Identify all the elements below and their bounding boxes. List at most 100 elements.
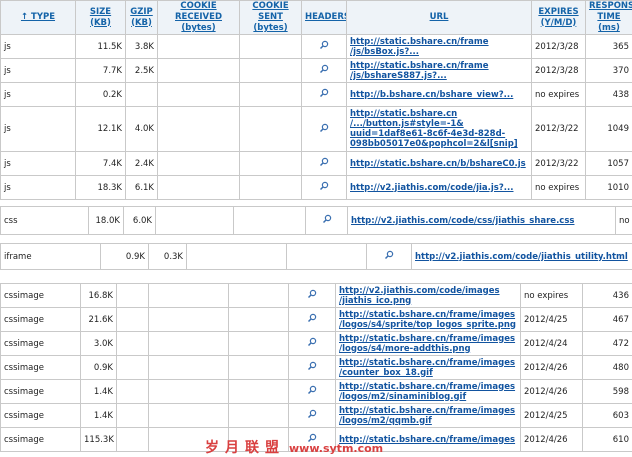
cookie-sent-header[interactable]: COOKIE SENT (bytes): [240, 1, 302, 35]
url-cell: http://static.bshare.cn/frame /js/bshare…: [347, 59, 532, 83]
gzip-cell: [117, 380, 149, 404]
url-link[interactable]: http://v2.jiathis.com/code/jia.js?...: [350, 183, 528, 193]
gzip-cell: 3.8K: [126, 35, 158, 59]
response-time-cell: 370: [586, 59, 632, 83]
headers-cell[interactable]: [289, 380, 336, 404]
cookie-received-cell: [156, 207, 234, 235]
magnifier-icon[interactable]: [307, 289, 317, 299]
cookie-received-cell: [149, 380, 229, 404]
url-link[interactable]: http://v2.jiathis.com/code/jiathis_utili…: [415, 252, 629, 262]
url-cell: http://static.bshare.cn/frame /js/bsBox.…: [347, 35, 532, 59]
magnifier-icon[interactable]: [319, 40, 329, 50]
size-cell: 11.5K: [76, 35, 126, 59]
table-row: cssimage 0.9K http://static.bshare.cn/fr…: [1, 356, 632, 380]
url-cell: http://v2.jiathis.com/code/jiathis_utili…: [412, 244, 632, 270]
expires-cell: 2012/3/28: [532, 59, 586, 83]
size-cell: 12.1K: [76, 107, 126, 152]
type-cell: cssimage: [1, 308, 81, 332]
gzip-cell: [117, 404, 149, 428]
headers-cell[interactable]: [367, 244, 412, 270]
response-time-cell: 436: [583, 284, 632, 308]
table-row: js 0.2K http://b.bshare.cn/bshare_view?.…: [1, 83, 632, 107]
response-time-header[interactable]: RESPONSE TIME (ms): [586, 1, 632, 35]
table-row: js 18.3K 6.1K http://v2.jiathis.com/code…: [1, 176, 632, 200]
type-cell: cssimage: [1, 404, 81, 428]
magnifier-icon[interactable]: [319, 88, 329, 98]
url-link[interactable]: http://static.bshare.cn/b/bshareC0.js: [350, 159, 528, 169]
cookie-received-cell: [149, 332, 229, 356]
cookie-sent-cell: [287, 244, 367, 270]
header-row: ↑ TYPE SIZE (KB) GZIP (KB) COOKIE RECEIV…: [1, 1, 632, 35]
expires-cell: 2012/4/26: [521, 380, 583, 404]
expires-cell: 2012/4/26: [521, 356, 583, 380]
response-time-cell: 365: [586, 35, 632, 59]
table-row: css 18.0K 6.0K http://v2.jiathis.com/cod…: [1, 207, 632, 235]
type-cell: js: [1, 152, 76, 176]
url-link[interactable]: http://v2.jiathis.com/code/css/jiathis_s…: [351, 216, 612, 226]
headers-cell[interactable]: [289, 284, 336, 308]
url-cell: http://static.bshare.cn /.../button.js#s…: [347, 107, 532, 152]
magnifier-icon[interactable]: [307, 337, 317, 347]
url-link[interactable]: http://v2.jiathis.com/code/images /jiath…: [339, 286, 517, 306]
gzip-header[interactable]: GZIP (KB): [126, 1, 158, 35]
url-link[interactable]: http://b.bshare.cn/bshare_view?...: [350, 90, 528, 100]
headers-cell[interactable]: [289, 356, 336, 380]
headers-cell[interactable]: [306, 207, 348, 235]
url-cell: http://static.bshare.cn/b/bshareC0.js: [347, 152, 532, 176]
magnifier-icon[interactable]: [307, 409, 317, 419]
expires-header[interactable]: EXPIRES (Y/M/D): [532, 1, 586, 35]
response-time-cell: 467: [583, 308, 632, 332]
url-link[interactable]: http://static.bshare.cn/frame/images /lo…: [339, 382, 517, 402]
url-header[interactable]: URL: [347, 1, 532, 35]
expires-cell: no expires: [532, 83, 586, 107]
url-cell: http://static.bshare.cn/frame/images /lo…: [336, 332, 521, 356]
magnifier-icon[interactable]: [307, 361, 317, 371]
magnifier-icon[interactable]: [307, 313, 317, 323]
cookie-received-cell: [149, 404, 229, 428]
url-link[interactable]: http://static.bshare.cn/frame/images /lo…: [339, 334, 517, 354]
headers-cell[interactable]: [302, 83, 347, 107]
headers-cell[interactable]: [302, 176, 347, 200]
headers-cell[interactable]: [289, 332, 336, 356]
magnifier-icon[interactable]: [322, 214, 332, 224]
size-cell: 18.3K: [76, 176, 126, 200]
headers-header[interactable]: HEADERS: [302, 1, 347, 35]
url-link[interactable]: http://static.bshare.cn/frame /js/bshare…: [350, 61, 528, 81]
watermark-text: 岁月联盟: [205, 440, 285, 456]
headers-cell[interactable]: [289, 404, 336, 428]
headers-cell[interactable]: [302, 59, 347, 83]
table-row: cssimage 3.0K http://static.bshare.cn/fr…: [1, 332, 632, 356]
magnifier-icon[interactable]: [384, 250, 394, 260]
magnifier-icon[interactable]: [319, 181, 329, 191]
headers-cell[interactable]: [302, 35, 347, 59]
headers-cell[interactable]: [289, 308, 336, 332]
magnifier-icon[interactable]: [319, 123, 329, 133]
magnifier-icon[interactable]: [319, 157, 329, 167]
url-link[interactable]: http://static.bshare.cn/frame/images /co…: [339, 358, 517, 378]
cookie-received-cell: [158, 35, 240, 59]
url-link[interactable]: http://static.bshare.cn/frame/images /lo…: [339, 310, 517, 330]
headers-cell[interactable]: [302, 152, 347, 176]
type-cell: css: [1, 207, 89, 235]
url-cell: http://static.bshare.cn/frame/images /lo…: [336, 404, 521, 428]
type-cell: cssimage: [1, 332, 81, 356]
cookie-received-header[interactable]: COOKIE RECEIVED (bytes): [158, 1, 240, 35]
cookie-received-cell: [158, 152, 240, 176]
gzip-cell: [117, 284, 149, 308]
magnifier-icon[interactable]: [319, 64, 329, 74]
sort-type-header[interactable]: ↑ TYPE: [1, 1, 76, 35]
cookie-sent-cell: [229, 356, 289, 380]
url-link[interactable]: http://static.bshare.cn/frame /js/bsBox.…: [350, 37, 528, 57]
type-cell: cssimage: [1, 284, 81, 308]
url-link[interactable]: http://static.bshare.cn /.../button.js#s…: [350, 109, 528, 149]
cookie-sent-cell: [240, 83, 302, 107]
url-cell: http://static.bshare.cn/frame/images /lo…: [336, 380, 521, 404]
url-cell: http://static.bshare.cn/frame/images /co…: [336, 356, 521, 380]
cookie-received-cell: [158, 83, 240, 107]
type-cell: cssimage: [1, 380, 81, 404]
size-header[interactable]: SIZE (KB): [76, 1, 126, 35]
url-link[interactable]: http://static.bshare.cn/frame/images /lo…: [339, 406, 517, 426]
size-cell: 3.0K: [81, 332, 117, 356]
headers-cell[interactable]: [302, 107, 347, 152]
magnifier-icon[interactable]: [307, 385, 317, 395]
